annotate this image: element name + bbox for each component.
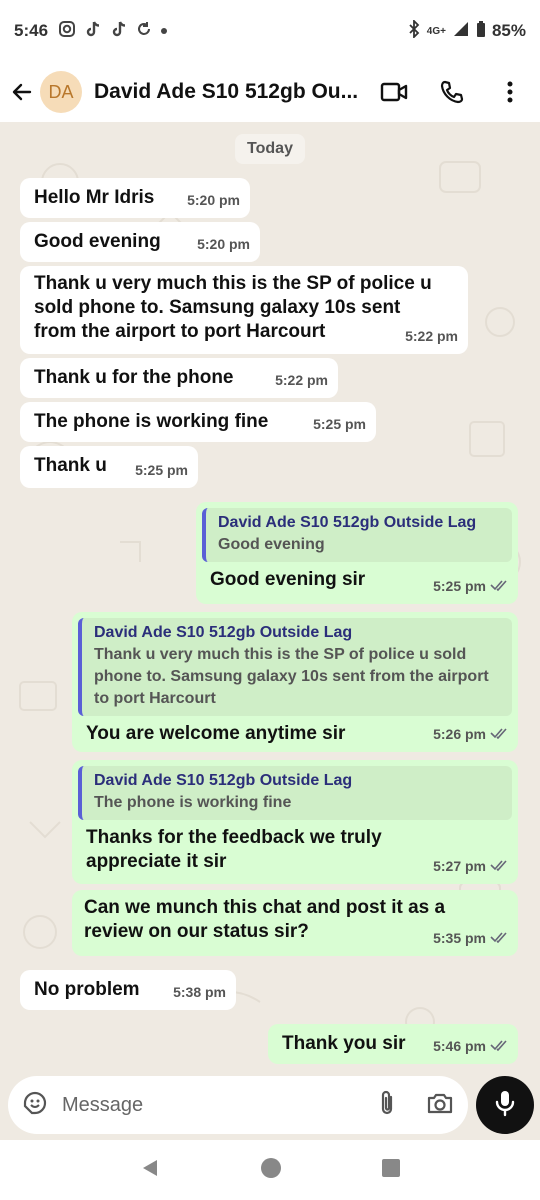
quote-author: David Ade S10 512gb Outside Lag [94, 772, 353, 789]
message-time: 5:35 pm [433, 930, 486, 946]
incoming-message[interactable]: No problem 5:38 pm [20, 970, 236, 1010]
outgoing-message[interactable]: Thank you sir 5:46 pm [268, 1024, 518, 1064]
outgoing-message[interactable]: Can we munch this chat and post it as a … [72, 890, 518, 956]
outgoing-message[interactable]: David Ade S10 512gb Outside Lag Good eve… [196, 502, 518, 604]
message-time: 5:22 pm [405, 328, 458, 344]
message-time: 5:20 pm [197, 236, 250, 252]
incoming-message[interactable]: Thank u for the phone 5:22 pm [20, 358, 338, 398]
incoming-message[interactable]: Thank u 5:25 pm [20, 446, 198, 488]
message-time: 5:25 pm [313, 416, 366, 432]
battery-percent: 85% [491, 21, 526, 40]
quote-text: The phone is working fine [94, 794, 292, 811]
quote-author: David Ade S10 512gb Outside Lag [218, 514, 477, 531]
incoming-message[interactable]: Thank u very much this is the SP of poli… [20, 266, 468, 354]
message-composer[interactable]: Message [8, 1076, 468, 1134]
status-bar: 5:46 4G+ 85% [0, 0, 540, 62]
message-time: 5:27 pm [433, 858, 486, 874]
video-call-icon[interactable] [380, 78, 408, 106]
reply-quote[interactable]: David Ade S10 512gb Outside Lag The phon… [78, 766, 512, 820]
double-check-icon [490, 574, 508, 598]
sticker-icon[interactable] [22, 1090, 48, 1121]
battery-icon [476, 20, 486, 43]
message-time: 5:46 pm [433, 1038, 486, 1054]
chat-area[interactable]: Today Hello Mr Idris 5:20 pm Good evenin… [0, 122, 540, 1072]
network-type: 4G+ [426, 25, 446, 37]
status-time: 5:46 [14, 21, 49, 40]
tiktok-icon [110, 20, 128, 43]
more-vert-icon[interactable] [496, 78, 524, 106]
mic-icon [494, 1089, 516, 1122]
recents-square-icon[interactable] [381, 1158, 401, 1183]
message-time: 5:25 pm [135, 462, 188, 478]
system-nav-bar [0, 1140, 540, 1200]
avatar[interactable]: DA [40, 71, 82, 113]
quote-text: Thank u very much this is the SP of poli… [94, 646, 489, 707]
double-check-icon [490, 926, 508, 950]
outgoing-message[interactable]: David Ade S10 512gb Outside Lag Thank u … [72, 612, 518, 752]
double-check-icon [490, 854, 508, 878]
reply-quote[interactable]: David Ade S10 512gb Outside Lag Thank u … [78, 618, 512, 716]
dot-icon [160, 22, 168, 40]
date-chip: Today [235, 134, 305, 164]
message-text: Thanks for the feedback we truly appreci… [86, 827, 382, 872]
message-input[interactable]: Message [62, 1094, 143, 1117]
home-circle-icon[interactable] [260, 1157, 282, 1184]
reply-quote[interactable]: David Ade S10 512gb Outside Lag Good eve… [202, 508, 512, 562]
double-check-icon [490, 722, 508, 746]
quote-text: Good evening [218, 536, 325, 553]
message-time: 5:20 pm [187, 192, 240, 208]
back-triangle-icon[interactable] [139, 1157, 161, 1184]
attach-icon[interactable] [376, 1089, 398, 1122]
signal-icon [452, 20, 470, 43]
bluetooth-icon [407, 18, 421, 43]
back-arrow-icon[interactable] [10, 80, 34, 104]
chat-header: DA David Ade S10 512gb Ou... [0, 62, 540, 122]
message-text: Can we munch this chat and post it as a … [84, 897, 446, 942]
message-time: 5:22 pm [275, 372, 328, 388]
phone-icon[interactable] [438, 78, 466, 106]
camera-icon[interactable] [426, 1091, 454, 1120]
quote-author: David Ade S10 512gb Outside Lag [94, 624, 353, 641]
contact-name[interactable]: David Ade S10 512gb Ou... [94, 80, 374, 104]
instagram-icon [58, 20, 76, 43]
message-text: Thank u very much this is the SP of poli… [34, 273, 432, 342]
incoming-message[interactable]: Hello Mr Idris 5:20 pm [20, 178, 250, 218]
message-time: 5:25 pm [433, 578, 486, 594]
message-time: 5:26 pm [433, 726, 486, 742]
outgoing-message[interactable]: David Ade S10 512gb Outside Lag The phon… [72, 760, 518, 884]
message-time: 5:38 pm [173, 984, 226, 1000]
mic-button[interactable] [476, 1076, 534, 1134]
incoming-message[interactable]: Good evening 5:20 pm [20, 222, 260, 262]
tiktok-icon [84, 20, 102, 43]
double-check-icon [490, 1034, 508, 1058]
sync-icon [136, 21, 152, 42]
incoming-message[interactable]: The phone is working fine 5:25 pm [20, 402, 376, 442]
